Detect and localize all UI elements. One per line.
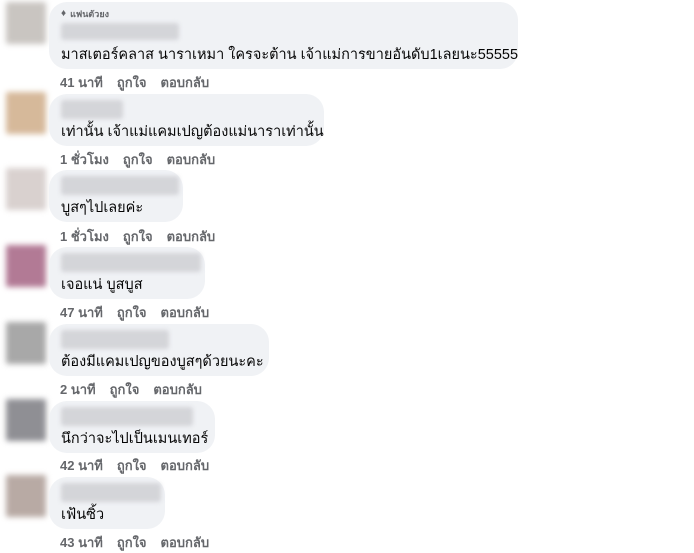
reply-button[interactable]: ตอบกลับ [153, 379, 202, 400]
comment-bubble: ต้องมีแคมเปญของบูสๆด้วยนะคะ [49, 324, 269, 376]
reply-button[interactable]: ตอบกลับ [161, 532, 210, 553]
comment-timestamp[interactable]: 2 นาที [60, 379, 96, 400]
comment-bubble: นึกว่าจะไปเป็นเมนเทอร์ [49, 401, 215, 453]
comment-text: เท่านั้น เจ้าแม่แคมเปญต้องแม่นาราเท่านั้… [61, 124, 324, 140]
like-button[interactable]: ถูกใจ [117, 532, 147, 553]
commenter-name[interactable] [61, 483, 161, 502]
comment-timestamp[interactable]: 42 นาที [60, 455, 103, 476]
avatar[interactable] [6, 92, 46, 134]
comment-actions: 1 ชั่วโมง ถูกใจ ตอบกลับ [60, 149, 215, 170]
comment-actions: 43 นาที ถูกใจ ตอบกลับ [60, 532, 209, 553]
badge-label: แฟนตัวยง [70, 9, 110, 19]
like-button[interactable]: ถูกใจ [117, 72, 147, 93]
like-button[interactable]: ถูกใจ [117, 302, 147, 323]
like-button[interactable]: ถูกใจ [123, 149, 153, 170]
comment-bubble: บูสๆไปเลยค่ะ [49, 170, 183, 222]
avatar[interactable] [6, 168, 46, 210]
comment-timestamp[interactable]: 1 ชั่วโมง [60, 226, 109, 247]
reply-button[interactable]: ตอบกลับ [161, 72, 210, 93]
top-fan-badge: ♦ แฟนตัวยง [61, 8, 506, 20]
comment-text: ต้องมีแคมเปญของบูสๆด้วยนะคะ [61, 354, 264, 370]
comment-text: นึกว่าจะไปเป็นเมนเทอร์ [61, 431, 209, 447]
comment-timestamp[interactable]: 41 นาที [60, 72, 103, 93]
comment-bubble: เจอแน่ บูสบูส [49, 247, 205, 299]
avatar[interactable] [6, 2, 46, 44]
comment-actions: 1 ชั่วโมง ถูกใจ ตอบกลับ [60, 226, 215, 247]
comment-bubble: เท่านั้น เจ้าแม่แคมเปญต้องแม่นาราเท่านั้… [49, 94, 324, 146]
avatar[interactable] [6, 475, 46, 517]
commenter-name[interactable] [61, 23, 179, 40]
commenter-name[interactable] [61, 330, 169, 349]
reply-button[interactable]: ตอบกลับ [161, 455, 210, 476]
diamond-icon: ♦ [61, 8, 67, 19]
avatar[interactable] [6, 245, 46, 287]
commenter-name[interactable] [61, 176, 179, 195]
comment-bubble: ♦ แฟนตัวยง มาสเตอร์คลาส นาราเหมา ใครจะต้… [49, 2, 518, 69]
like-button[interactable]: ถูกใจ [123, 226, 153, 247]
comment-actions: 41 นาที ถูกใจ ตอบกลับ [60, 72, 209, 93]
comment-timestamp[interactable]: 1 ชั่วโมง [60, 149, 109, 170]
avatar[interactable] [6, 399, 46, 441]
comment-text: เฟ้นซิ้ว [61, 507, 105, 523]
comment-actions: 47 นาที ถูกใจ ตอบกลับ [60, 302, 209, 323]
comment-text: บูสๆไปเลยค่ะ [61, 200, 144, 216]
comment-actions: 42 นาที ถูกใจ ตอบกลับ [60, 455, 209, 476]
comment-timestamp[interactable]: 43 นาที [60, 532, 103, 553]
avatar[interactable] [6, 322, 46, 364]
comment-timestamp[interactable]: 47 นาที [60, 302, 103, 323]
reply-button[interactable]: ตอบกลับ [167, 149, 216, 170]
comment-bubble: เฟ้นซิ้ว [49, 477, 165, 529]
comment-text: มาสเตอร์คลาส นาราเหมา ใครจะต้าน เจ้าแม่ก… [61, 47, 519, 63]
reply-button[interactable]: ตอบกลับ [161, 302, 210, 323]
reply-button[interactable]: ตอบกลับ [167, 226, 216, 247]
like-button[interactable]: ถูกใจ [117, 455, 147, 476]
comment-text: เจอแน่ บูสบูส [61, 277, 143, 293]
like-button[interactable]: ถูกใจ [110, 379, 140, 400]
commenter-name[interactable] [61, 407, 193, 426]
commenter-name[interactable] [61, 253, 201, 272]
commenter-name[interactable] [61, 100, 123, 119]
comment-actions: 2 นาที ถูกใจ ตอบกลับ [60, 379, 202, 400]
